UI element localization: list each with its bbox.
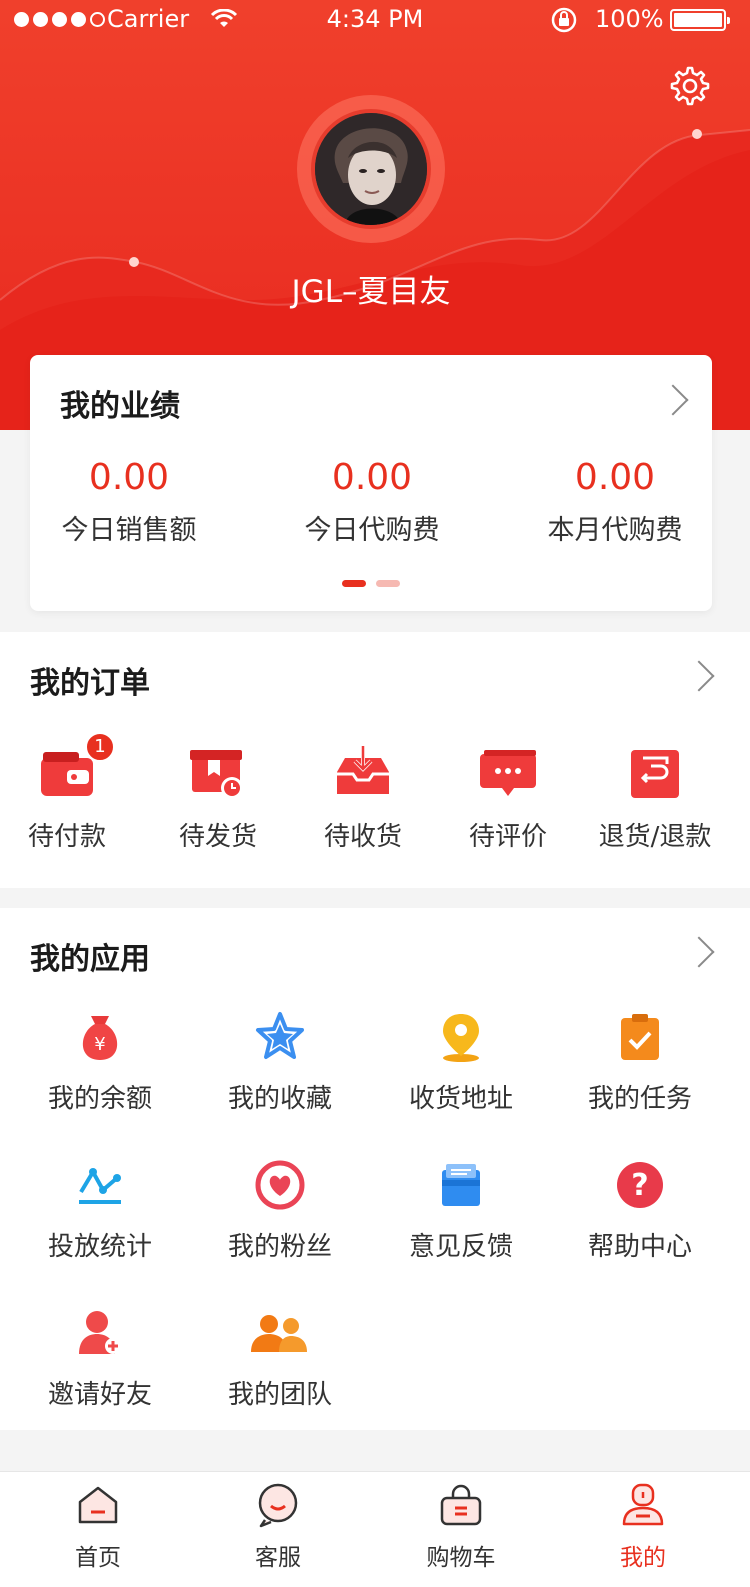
- user-icon: [622, 1483, 664, 1526]
- avatar[interactable]: [311, 109, 431, 229]
- performance-card[interactable]: 我的业绩 0.00 今日销售额 0.00 今日代购费 0.00 本月代购费: [30, 355, 712, 611]
- svg-text:¥: ¥: [94, 1034, 105, 1055]
- tab-cart[interactable]: 购物车: [401, 1482, 521, 1572]
- bottom-tab-bar: 首页 客服 购物车 我的: [0, 1471, 750, 1587]
- page-dot-active: [342, 580, 366, 587]
- rotation-lock-icon: [551, 7, 577, 33]
- chevron-right-icon[interactable]: [683, 660, 715, 692]
- app-label: 邀请好友: [47, 1380, 152, 1410]
- page-dot: [376, 580, 400, 587]
- order-badge: 1: [85, 732, 115, 762]
- tab-label: 首页: [75, 1545, 121, 1571]
- app-address[interactable]: 收货地址: [371, 1010, 551, 1115]
- location-pin-icon: [443, 1014, 479, 1062]
- order-pending-review[interactable]: 待评价: [435, 744, 581, 853]
- app-feedback[interactable]: 意见反馈: [371, 1158, 551, 1263]
- username: JGL–夏目友: [291, 274, 451, 310]
- stat-value: 0.00: [88, 457, 170, 498]
- tab-service[interactable]: 客服: [218, 1482, 338, 1572]
- star-icon: [256, 1012, 304, 1059]
- inbox-icon: [337, 746, 389, 794]
- app-label: 收货地址: [408, 1084, 513, 1114]
- order-label: 待收货: [323, 822, 402, 852]
- app-label: 我的收藏: [227, 1084, 332, 1114]
- app-stats[interactable]: 投放统计: [10, 1158, 190, 1263]
- cart-icon: [440, 1484, 482, 1526]
- app-label: 我的任务: [587, 1084, 692, 1114]
- tab-profile[interactable]: 我的: [583, 1482, 703, 1572]
- tab-label: 购物车: [426, 1545, 496, 1571]
- feedback-icon: [442, 1164, 480, 1206]
- avatar-portrait: [315, 113, 427, 225]
- performance-title: 我的业绩: [60, 389, 180, 424]
- app-tasks[interactable]: 我的任务: [550, 1010, 730, 1115]
- app-fans[interactable]: 我的粉丝: [190, 1158, 370, 1263]
- tab-home[interactable]: 首页: [38, 1482, 158, 1572]
- service-icon: [258, 1483, 298, 1528]
- app-label: 帮助中心: [587, 1232, 692, 1262]
- app-help[interactable]: ? 帮助中心: [550, 1158, 730, 1263]
- apps-title: 我的应用: [30, 942, 150, 977]
- order-label: 退货/退款: [598, 822, 712, 852]
- app-label: 意见反馈: [408, 1232, 513, 1262]
- chevron-right-icon[interactable]: [683, 936, 715, 968]
- tab-label: 客服: [255, 1545, 301, 1571]
- line-stats-icon: [79, 1168, 121, 1204]
- orders-section: 我的订单 1 待付款 待发货 待收货 待评价 退货/退款: [0, 632, 750, 888]
- orders-title: 我的订单: [30, 666, 150, 701]
- status-bar: Carrier 4:34 PM 100%: [0, 0, 750, 40]
- chevron-right-icon[interactable]: [657, 384, 689, 416]
- stat-today-sales: 0.00 今日销售额: [14, 457, 244, 547]
- apps-section: 我的应用 ¥ 我的余额 我的收藏 收货地址 我的任务 投放统计 我的粉丝 意见反…: [0, 908, 750, 1430]
- add-user-icon: [79, 1311, 121, 1354]
- app-invite[interactable]: 邀请好友: [10, 1306, 190, 1411]
- order-return-refund[interactable]: 退货/退款: [582, 744, 728, 853]
- order-label: 待付款: [27, 822, 106, 852]
- stat-label: 今日销售额: [61, 515, 197, 546]
- app-label: 我的团队: [227, 1380, 332, 1410]
- app-favorites[interactable]: 我的收藏: [190, 1010, 370, 1115]
- help-icon: ?: [617, 1162, 663, 1208]
- team-icon: [251, 1315, 307, 1352]
- battery-percent: 100%: [595, 5, 664, 33]
- order-label: 待评价: [468, 822, 547, 852]
- app-label: 投放统计: [47, 1232, 152, 1262]
- svg-text:?: ?: [631, 1168, 648, 1203]
- clipboard-check-icon: [621, 1014, 659, 1060]
- order-pending-payment[interactable]: 1 待付款: [0, 732, 140, 853]
- home-icon: [78, 1486, 118, 1524]
- settings-gear-icon[interactable]: [668, 64, 712, 108]
- avatar-ring[interactable]: [297, 95, 445, 243]
- stat-month-fee: 0.00 本月代购费: [500, 457, 730, 547]
- order-pending-receipt[interactable]: 待收货: [290, 744, 436, 853]
- box-clock-icon: [190, 750, 243, 799]
- app-label: 我的粉丝: [227, 1232, 332, 1262]
- order-label: 待发货: [178, 822, 257, 852]
- battery-icon: [670, 9, 730, 31]
- chat-icon: [480, 750, 536, 796]
- order-pending-shipment[interactable]: 待发货: [145, 744, 291, 853]
- return-icon: [631, 750, 679, 798]
- app-team[interactable]: 我的团队: [190, 1306, 370, 1411]
- tab-label: 我的: [620, 1545, 666, 1571]
- page-indicator: [342, 580, 400, 587]
- stat-value: 0.00: [331, 457, 413, 498]
- stat-today-fee: 0.00 今日代购费: [257, 457, 487, 547]
- app-label: 我的余额: [47, 1084, 152, 1114]
- stat-label: 今日代购费: [304, 515, 440, 546]
- stat-value: 0.00: [574, 457, 656, 498]
- heart-icon: [255, 1160, 305, 1210]
- app-balance[interactable]: ¥ 我的余额: [10, 1010, 190, 1115]
- money-bag-icon: ¥: [82, 1016, 118, 1060]
- stat-label: 本月代购费: [547, 515, 683, 546]
